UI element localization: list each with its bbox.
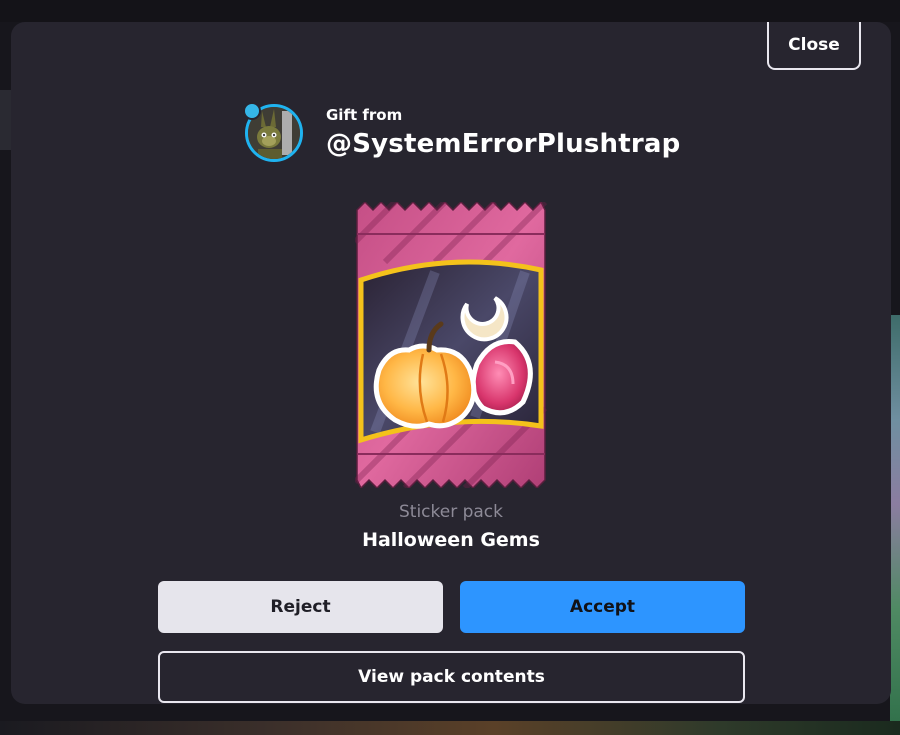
background-right-panel [890,315,900,735]
background-bottom-strip [0,721,900,735]
close-button[interactable]: Close [767,22,861,70]
accept-button[interactable]: Accept [460,581,745,633]
sticker-pack-art [355,202,547,488]
gift-text: Gift from @SystemErrorPlushtrap [326,105,680,161]
gift-from-label: Gift from [326,106,403,124]
item-type-label: Sticker pack [398,502,504,522]
gift-header: Gift from @SystemErrorPlushtrap [243,102,680,162]
item-name: Halloween Gems [362,529,540,551]
background-top-bar [0,0,900,22]
sender-username[interactable]: @SystemErrorPlushtrap [326,127,680,161]
view-pack-contents-button[interactable]: View pack contents [158,651,745,703]
avatar-status-badge [243,102,261,120]
avatar-wrapper [243,102,303,162]
reject-button[interactable]: Reject [158,581,443,633]
gift-dialog: Close Gift from @SystemErrorPlushtrap St… [11,22,891,704]
